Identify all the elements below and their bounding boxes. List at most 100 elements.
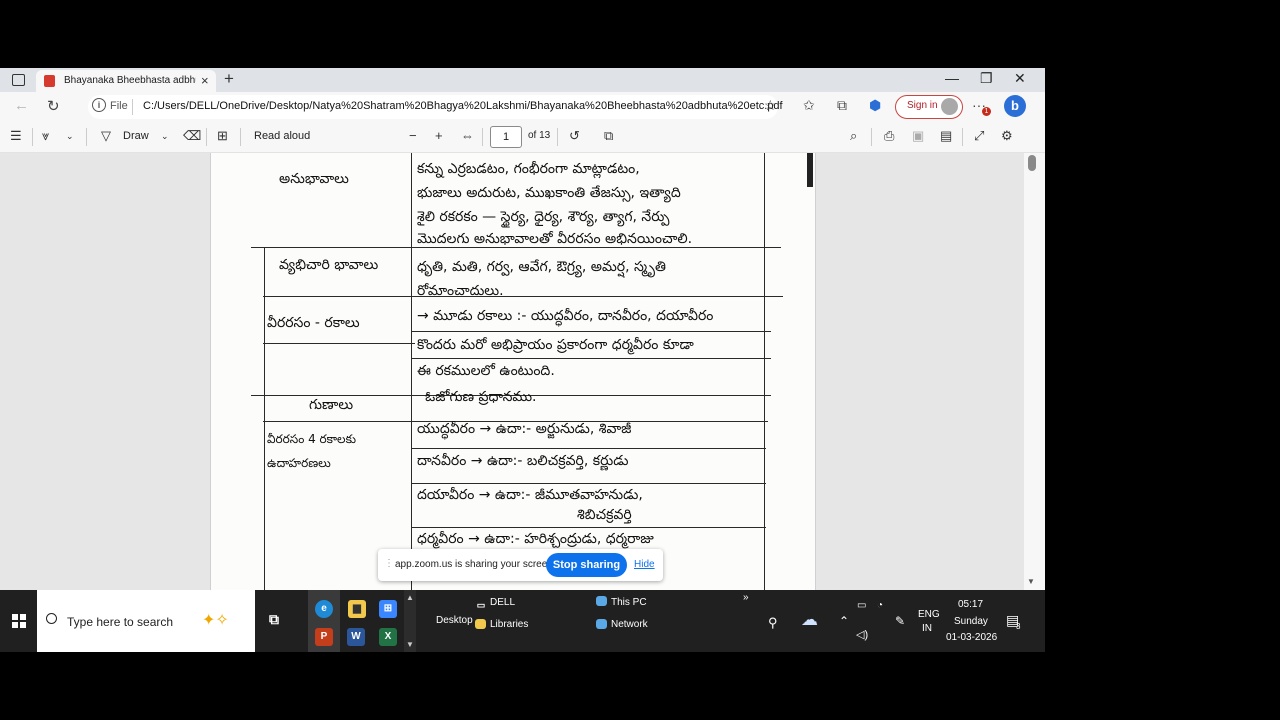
row-line: కొందరు మరో అభిప్రాయం ప్రకారంగా ధర్మవీరం …	[417, 337, 694, 353]
taskbar-search-box[interactable]: Type here to search ✦✧	[37, 590, 255, 652]
print-icon[interactable]: ⎙	[884, 128, 894, 144]
extension-icon[interactable]: ⬢	[869, 97, 881, 114]
weather-cloud-icon[interactable]: ☁	[801, 610, 818, 630]
favorite-star-icon[interactable]: ☆	[764, 97, 777, 114]
text-box-icon[interactable]: ⊞	[217, 128, 228, 144]
libraries-item[interactable]: Libraries	[490, 619, 528, 630]
table-vertical-line	[264, 248, 265, 590]
desktop-toolbar-label[interactable]: Desktop	[436, 615, 473, 626]
draw-dropdown-icon[interactable]: ⌄	[161, 131, 169, 142]
draw-icon[interactable]: ▽	[101, 128, 111, 144]
refresh-icon[interactable]: ↻	[47, 97, 60, 115]
notification-badge: 1	[982, 107, 991, 116]
save-icon[interactable]: ▣	[912, 128, 924, 144]
rotate-icon[interactable]: ↺	[569, 128, 580, 144]
eraser-icon[interactable]: ⌫	[183, 128, 201, 144]
battery-icon[interactable]: ▭	[857, 600, 866, 611]
read-aloud-button[interactable]: Read aloud	[254, 130, 310, 142]
drag-handle-icon[interactable]: ⋮	[384, 558, 394, 569]
zoom-in-icon[interactable]: +	[435, 128, 443, 143]
new-tab-icon[interactable]: +	[224, 69, 234, 89]
tray-chevron-up-icon[interactable]: ⌃	[839, 614, 849, 628]
file-explorer-icon[interactable]: ▆	[348, 600, 366, 618]
pdf-viewer[interactable]: అనుభావాలు కన్ను ఎర్రబడటం, గంభీరంగా మాట్ల…	[0, 153, 1045, 590]
row-line: ధృతి, మతి, గర్వ, ఆవేగ, ఔగ్ర్య, అమర్ష, స్…	[417, 259, 666, 275]
toolbar-divider	[240, 128, 241, 146]
people-icon[interactable]: ⚲	[768, 615, 778, 631]
edge-browser-icon[interactable]: e	[315, 600, 333, 618]
favorites-icon[interactable]: ✩	[803, 97, 815, 114]
bing-copilot-icon[interactable]: b	[1004, 95, 1026, 117]
task-view-icon[interactable]: ⧉	[265, 610, 283, 628]
sign-in-label: Sign in	[907, 100, 938, 111]
sign-in-button[interactable]: Sign in	[895, 95, 963, 119]
powerpoint-icon[interactable]: P	[315, 628, 333, 646]
minimize-icon[interactable]: —	[945, 70, 959, 86]
info-icon: i	[92, 98, 106, 112]
scroll-down-arrow-icon[interactable]: ▼	[1027, 577, 1035, 586]
tab-active[interactable]: Bhayanaka Bheebhasta adbhuta etc ×	[36, 70, 216, 92]
zoom-out-icon[interactable]: −	[409, 128, 417, 143]
excel-icon[interactable]: X	[379, 628, 397, 646]
clock-time[interactable]: 05:17	[958, 599, 983, 610]
table-horizontal-line	[263, 296, 783, 297]
save-as-icon[interactable]: ▤	[940, 128, 952, 144]
network-item[interactable]: Network	[611, 619, 648, 630]
close-tab-icon[interactable]: ×	[201, 73, 209, 88]
row-label-veerarasam-rakalu: వీరరసం - రకాలు	[267, 315, 360, 331]
back-arrow-icon[interactable]: ←	[14, 97, 29, 114]
search-placeholder: Type here to search	[67, 615, 174, 629]
table-horizontal-line	[411, 483, 766, 484]
url-text[interactable]: C:/Users/DELL/OneDrive/Desktop/Natya%20S…	[143, 100, 783, 112]
toolbar-divider	[557, 128, 558, 146]
network-icon	[596, 619, 607, 629]
stop-sharing-button[interactable]: Stop sharing	[546, 553, 627, 577]
page-number-input[interactable]: 1	[490, 126, 522, 148]
windows-start-icon[interactable]	[12, 614, 26, 628]
file-label: File	[110, 100, 128, 112]
close-window-icon[interactable]: ✕	[1014, 70, 1026, 87]
chevron-down-icon[interactable]: ▼	[406, 640, 414, 649]
highlight-icon[interactable]: ⩔	[42, 128, 49, 144]
highlight-dropdown-icon[interactable]: ⌄	[66, 131, 74, 142]
taskbar-scroll-strip[interactable]: ▲ ▼	[404, 590, 416, 652]
store-icon[interactable]: ⊞	[379, 600, 397, 618]
clock-day[interactable]: Sunday	[954, 616, 988, 627]
address-bar[interactable]: i File C:/Users/DELL/OneDrive/Desktop/Na…	[88, 95, 783, 119]
contents-list-icon[interactable]: ☰	[10, 128, 22, 144]
toolbar-divider	[206, 128, 207, 146]
row-label-udaharanalu: వీరరసం 4 రకాలకు ఉదాహరణలు	[267, 432, 356, 470]
vertical-scrollbar[interactable]: ▼	[1024, 153, 1045, 590]
dell-item[interactable]: DELL	[490, 597, 515, 608]
toolbar-overflow-icon[interactable]: »	[743, 592, 749, 603]
clock-date[interactable]: 01-03-2026	[946, 632, 997, 643]
fit-page-icon[interactable]: ⇔	[461, 128, 474, 143]
tab-actions-icon[interactable]	[12, 74, 25, 86]
draw-button[interactable]: Draw	[123, 130, 149, 142]
tab-title: Bhayanaka Bheebhasta adbhuta etc	[64, 75, 196, 86]
table-horizontal-line	[411, 358, 771, 359]
this-pc-icon	[596, 596, 607, 606]
restore-icon[interactable]: ❐	[980, 70, 993, 87]
pen-icon[interactable]: ✎	[895, 614, 905, 628]
wifi-icon[interactable]: ◔	[877, 600, 883, 611]
chevron-up-icon[interactable]: ▲	[406, 593, 414, 602]
settings-gear-icon[interactable]: ⚙	[1001, 128, 1013, 144]
address-divider	[132, 99, 133, 115]
pdf-toolbar: ☰ ⩔ ⌄ ▽ Draw ⌄ ⌫ ⊞ Read aloud − + ⇔ 1 of…	[0, 122, 1045, 153]
page-view-icon[interactable]: ⧉	[604, 128, 613, 144]
scrollbar-thumb[interactable]	[1028, 155, 1036, 171]
libraries-icon	[475, 619, 486, 629]
language-eng[interactable]: ENG	[918, 609, 940, 620]
row-line: భుజాలు అదురుట, ముఖకాంతి తేజస్సు, ఇత్యాది	[417, 185, 681, 201]
language-in[interactable]: IN	[922, 623, 932, 634]
word-icon[interactable]: W	[347, 628, 365, 646]
collections-icon[interactable]: ⧉	[837, 97, 847, 114]
volume-icon[interactable]: ◁)	[856, 628, 868, 641]
copilot-sparkle-icon[interactable]: ✦✧	[202, 610, 229, 630]
search-icon[interactable]: ⌕	[850, 128, 857, 144]
fullscreen-icon[interactable]: ⤢	[974, 128, 984, 144]
table-horizontal-line	[411, 527, 766, 528]
this-pc-item[interactable]: This PC	[611, 597, 647, 608]
hide-link[interactable]: Hide	[634, 559, 655, 570]
